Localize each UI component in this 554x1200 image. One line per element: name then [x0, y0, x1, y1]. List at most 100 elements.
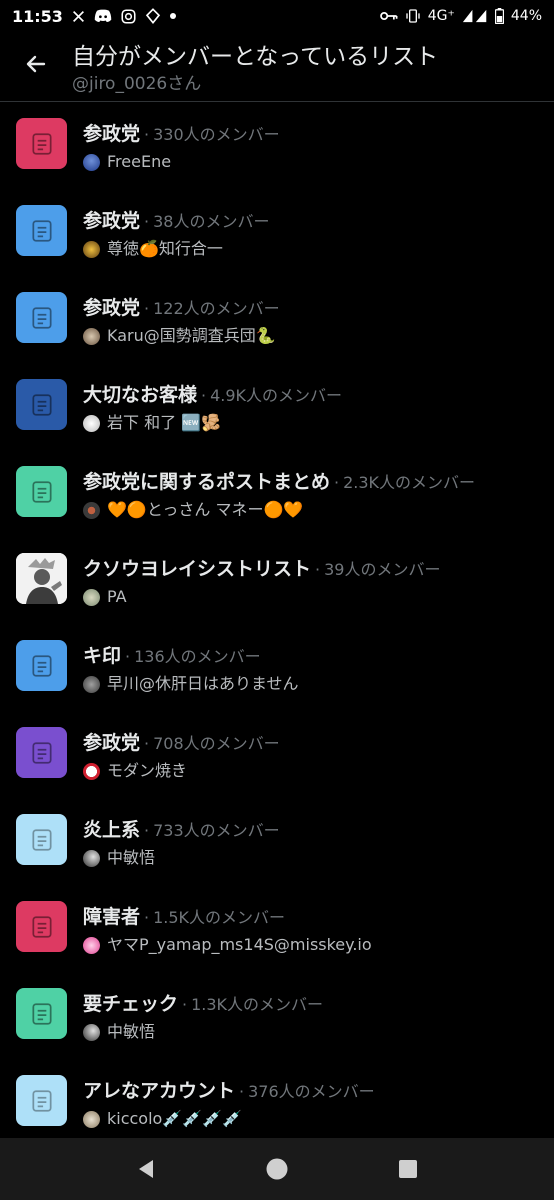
- list-item[interactable]: 要チェック · 1.3K人のメンバー 中敏悟: [0, 972, 554, 1059]
- list-owner: 尊徳🍊知行合一: [107, 239, 223, 258]
- list-document-icon: [31, 1002, 52, 1025]
- square-recents-icon: [399, 1160, 418, 1178]
- list-name: クソウヨレイシストリスト: [83, 558, 312, 580]
- list-member-count: 136人のメンバー: [134, 647, 261, 666]
- list-member-count: 1.3K人のメンバー: [191, 995, 324, 1014]
- separator-dot: ·: [125, 647, 131, 666]
- list-name: 参政党: [83, 297, 141, 319]
- nav-back-button[interactable]: [126, 1149, 166, 1189]
- owner-avatar: [83, 762, 100, 780]
- list-name: キ印: [83, 645, 122, 667]
- list-cover-icon: [16, 727, 67, 778]
- separator-dot: ·: [334, 473, 340, 492]
- list-cover-icon: [16, 814, 67, 865]
- list-item[interactable]: 炎上系 · 733人のメンバー 中敏悟: [0, 798, 554, 885]
- person-photo-icon: [16, 553, 67, 604]
- list-document-icon: [31, 480, 52, 503]
- owner-avatar: [83, 675, 100, 693]
- list-member-count: 4.9K人のメンバー: [210, 386, 343, 405]
- list-owner: 早川@休肝日はありません: [107, 674, 299, 693]
- list-cover-icon: [16, 466, 67, 517]
- list-name: アレなアカウント: [83, 1080, 236, 1102]
- triangle-back-icon: [138, 1160, 153, 1178]
- list-member-count: 1.5K人のメンバー: [153, 908, 286, 927]
- list-item[interactable]: 参政党 · 330人のメンバー FreeEne: [0, 102, 554, 189]
- more-notifications-dot-icon: [169, 13, 176, 19]
- separator-dot: ·: [144, 821, 150, 840]
- list-cover-icon: [16, 118, 67, 169]
- list-owner: 中敏悟: [107, 1022, 156, 1041]
- list-cover-icon: [16, 292, 67, 343]
- separator-dot: ·: [201, 386, 207, 405]
- list-document-icon: [31, 306, 52, 329]
- vibrate-icon: [405, 9, 421, 23]
- list-owner: 中敏悟: [107, 848, 156, 867]
- battery-percent: 44%: [510, 8, 542, 24]
- list-document-icon: [31, 1089, 52, 1112]
- list-owner: ヤマP_yamap_ms14S@misskey.io: [107, 935, 372, 954]
- list-document-icon: [31, 741, 52, 764]
- list-item[interactable]: クソウヨレイシストリスト · 39人のメンバー PA: [0, 537, 554, 624]
- list-item[interactable]: 参政党 · 122人のメンバー Karu@国勢調査兵団🐍: [0, 276, 554, 363]
- separator-dot: ·: [144, 908, 150, 927]
- list-member-count: 122人のメンバー: [153, 299, 280, 318]
- list-document-icon: [31, 393, 52, 416]
- list-document-icon: [31, 132, 52, 155]
- separator-dot: ·: [144, 212, 150, 231]
- list-member-count: 733人のメンバー: [153, 821, 280, 840]
- back-button[interactable]: [0, 40, 72, 88]
- separator-dot: ·: [239, 1082, 245, 1101]
- status-bar: 11:53 4G⁺ 44%: [0, 0, 554, 32]
- owner-avatar: [83, 1023, 100, 1041]
- list-item[interactable]: 大切なお客様 · 4.9K人のメンバー 岩下 和了 🆕🫚: [0, 363, 554, 450]
- battery-icon: [494, 8, 504, 24]
- signal-icon: [462, 9, 488, 23]
- list-member-count: 39人のメンバー: [324, 560, 441, 579]
- list-item[interactable]: 参政党に関するポストまとめ · 2.3K人のメンバー 🧡🟠とっさん マネー🟠🧡: [0, 450, 554, 537]
- list-member-count: 38人のメンバー: [153, 212, 270, 231]
- list-item[interactable]: アレなアカウント · 376人のメンバー kiccolo💉💉💉💉: [0, 1059, 554, 1146]
- owner-avatar: [83, 153, 100, 171]
- app-notification-icon: [145, 8, 161, 24]
- system-nav-bar: [0, 1138, 554, 1200]
- separator-dot: ·: [182, 995, 188, 1014]
- owner-avatar: [83, 1110, 100, 1128]
- x-app-icon: [72, 10, 85, 23]
- status-time: 11:53: [12, 6, 63, 26]
- list-cover-icon: [16, 901, 67, 952]
- nav-recents-button[interactable]: [388, 1149, 428, 1189]
- list-item[interactable]: 参政党 · 708人のメンバー モダン焼き: [0, 711, 554, 798]
- list-item[interactable]: 障害者 · 1.5K人のメンバー ヤマP_yamap_ms14S@misskey…: [0, 885, 554, 972]
- list-name: 参政党に関するポストまとめ: [83, 471, 331, 493]
- list-owner: kiccolo💉💉💉💉: [107, 1109, 243, 1128]
- list-item[interactable]: 参政党 · 38人のメンバー 尊徳🍊知行合一: [0, 189, 554, 276]
- list-name: 大切なお客様: [83, 384, 198, 406]
- separator-dot: ·: [144, 734, 150, 753]
- page-subtitle: @jiro_0026さん: [72, 74, 202, 94]
- list-owner: モダン焼き: [107, 761, 188, 780]
- list-cover-icon: [16, 205, 67, 256]
- list-owner: Karu@国勢調査兵団🐍: [107, 326, 276, 345]
- network-type: 4G⁺: [427, 8, 455, 24]
- list-member-count: 708人のメンバー: [153, 734, 280, 753]
- list-name: 障害者: [83, 906, 141, 928]
- arrow-left-icon: [26, 55, 46, 73]
- separator-dot: ·: [144, 299, 150, 318]
- list-cover-icon: [16, 988, 67, 1039]
- page-header: 自分がメンバーとなっているリスト @jiro_0026さん: [0, 32, 554, 102]
- list-owner: 🧡🟠とっさん マネー🟠🧡: [107, 500, 304, 519]
- owner-avatar: [83, 936, 100, 954]
- owner-avatar: [83, 501, 100, 519]
- nav-home-button[interactable]: [257, 1149, 297, 1189]
- owner-avatar: [83, 849, 100, 867]
- list-owner: PA: [107, 587, 127, 606]
- list-member-count: 330人のメンバー: [153, 125, 280, 144]
- list-name: 要チェック: [83, 993, 179, 1015]
- owner-avatar: [83, 327, 100, 345]
- list-owner: 岩下 和了 🆕🫚: [107, 413, 222, 432]
- instagram-icon: [121, 8, 136, 24]
- list-item[interactable]: キ印 · 136人のメンバー 早川@休肝日はありません: [0, 624, 554, 711]
- list-document-icon: [31, 915, 52, 938]
- list-document-icon: [31, 828, 52, 851]
- discord-icon: [94, 9, 112, 23]
